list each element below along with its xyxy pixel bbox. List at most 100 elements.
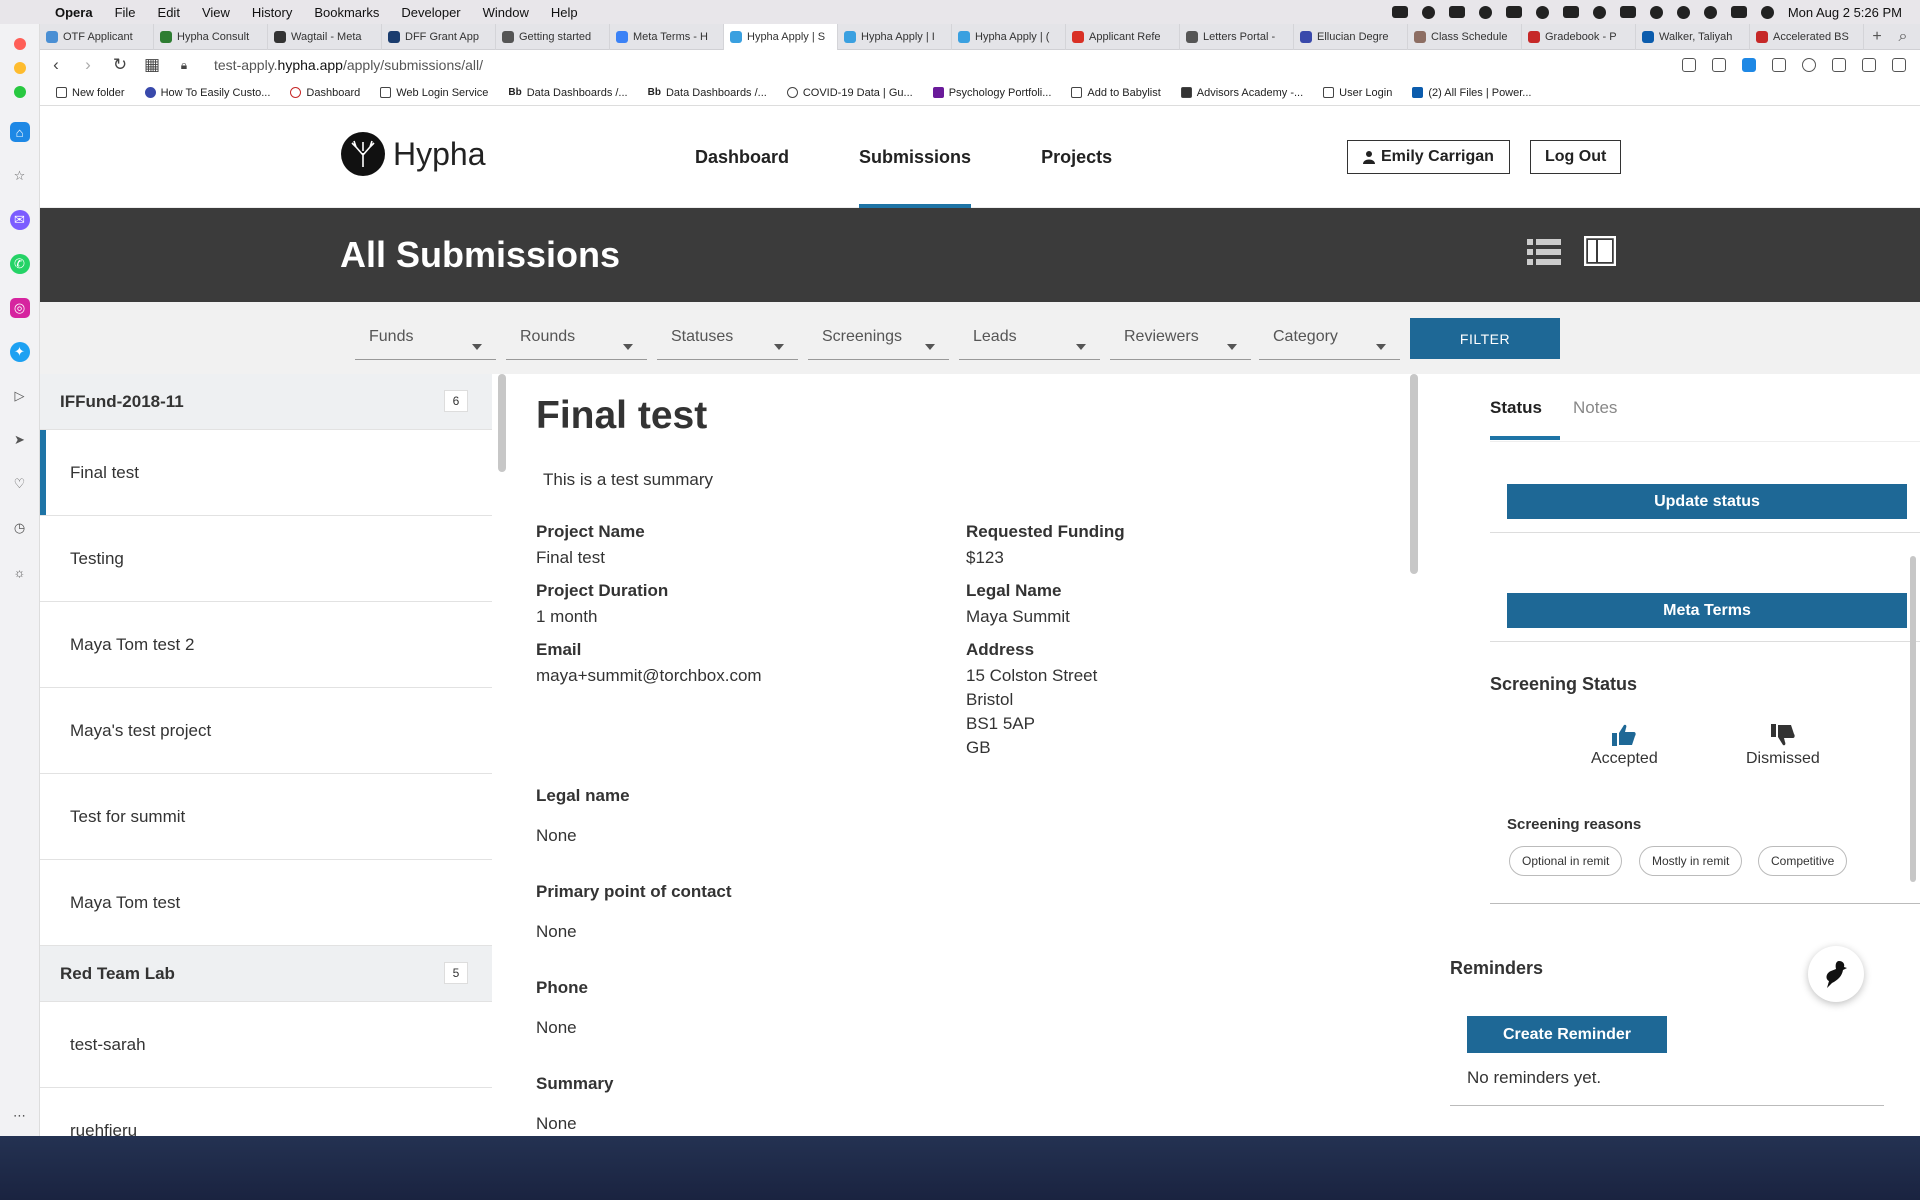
- whatsapp-icon[interactable]: ✆: [9, 254, 30, 274]
- list-item[interactable]: Testing: [40, 516, 492, 602]
- send-icon[interactable]: [1772, 58, 1786, 72]
- browser-tab[interactable]: Ellucian Degre: [1294, 24, 1408, 50]
- tab-status[interactable]: Status: [1490, 398, 1542, 418]
- player-icon[interactable]: ▷: [10, 386, 30, 406]
- camera-icon[interactable]: [1712, 58, 1726, 72]
- grammarly-icon[interactable]: [1478, 5, 1492, 19]
- list-item[interactable]: Maya Tom test 2: [40, 602, 492, 688]
- funds-filter[interactable]: Funds: [355, 318, 496, 360]
- browser-tab[interactable]: OTF Applicant: [40, 24, 154, 50]
- browser-tab[interactable]: Wagtail - Meta: [268, 24, 382, 50]
- menu-developer[interactable]: Developer: [390, 5, 471, 20]
- menu-help[interactable]: Help: [540, 5, 589, 20]
- browser-tab[interactable]: Accelerated BS: [1750, 24, 1864, 50]
- screening-reason-chip[interactable]: Mostly in remit: [1639, 846, 1743, 876]
- bookmark-item[interactable]: Bb Data Dashboards /...: [508, 87, 627, 99]
- volume-icon[interactable]: [1562, 6, 1579, 18]
- screenings-filter[interactable]: Screenings: [808, 318, 949, 360]
- browser-tab[interactable]: Gradebook - P: [1522, 24, 1636, 50]
- bookmark-item[interactable]: Psychology Portfoli...: [932, 87, 1051, 99]
- bookmark-item[interactable]: Dashboard: [290, 87, 360, 99]
- list-view-icon[interactable]: [1527, 238, 1561, 268]
- menu-window[interactable]: Window: [472, 5, 540, 20]
- url-field[interactable]: test-apply.hypha.app/apply/submissions/a…: [214, 57, 483, 73]
- more-icon[interactable]: ⋯: [10, 1106, 30, 1126]
- download-icon[interactable]: [1862, 58, 1876, 72]
- filter-button[interactable]: FILTER: [1410, 318, 1560, 359]
- cloud-icon[interactable]: [1421, 5, 1435, 19]
- detail-view-icon[interactable]: [1584, 236, 1616, 266]
- list-scrollbar[interactable]: [498, 374, 506, 472]
- list-item[interactable]: Test for summit: [40, 774, 492, 860]
- browser-tab[interactable]: Hypha Apply | (: [952, 24, 1066, 50]
- history-icon[interactable]: ◷: [10, 518, 30, 538]
- close-window-button[interactable]: [13, 38, 26, 50]
- tab-notes[interactable]: Notes: [1573, 398, 1617, 418]
- menu-history[interactable]: History: [241, 5, 303, 20]
- category-filter[interactable]: Category: [1259, 318, 1400, 360]
- leads-filter[interactable]: Leads: [959, 318, 1100, 360]
- grid-icon[interactable]: [1505, 6, 1522, 18]
- list-item[interactable]: ruehfieru: [40, 1088, 492, 1136]
- bookmark-item[interactable]: COVID-19 Data | Gu...: [786, 87, 913, 99]
- statuses-filter[interactable]: Statuses: [657, 318, 798, 360]
- heart-icon[interactable]: ♡: [10, 474, 30, 494]
- battery-icon[interactable]: [1619, 6, 1636, 18]
- browser-tab[interactable]: Applicant Refe: [1066, 24, 1180, 50]
- heart-icon[interactable]: [1802, 58, 1816, 72]
- tab-grid-icon[interactable]: ▦: [136, 55, 168, 75]
- menu-view[interactable]: View: [191, 5, 241, 20]
- meta-terms-button[interactable]: Meta Terms: [1507, 593, 1907, 628]
- star-icon[interactable]: ☆: [10, 166, 30, 186]
- screening-reason-chip[interactable]: Optional in remit: [1509, 846, 1623, 876]
- messenger-icon[interactable]: ✉: [9, 210, 30, 230]
- back-icon[interactable]: ‹: [40, 55, 72, 75]
- rounds-filter[interactable]: Rounds: [506, 318, 647, 360]
- bookmark-item[interactable]: Web Login Service: [380, 87, 488, 99]
- create-reminder-button[interactable]: Create Reminder: [1467, 1016, 1667, 1053]
- bookmark-item[interactable]: Add to Babylist: [1071, 87, 1161, 99]
- list-item[interactable]: Maya Tom test: [40, 860, 492, 946]
- forward-icon[interactable]: ›: [72, 55, 104, 75]
- list-item[interactable]: Maya's test project: [40, 688, 492, 774]
- screening-dismissed-button[interactable]: Dismissed: [1746, 724, 1820, 768]
- menu-edit[interactable]: Edit: [147, 5, 191, 20]
- browser-tab[interactable]: Class Schedule: [1408, 24, 1522, 50]
- browser-tab[interactable]: Letters Portal -: [1180, 24, 1294, 50]
- menu-app-name[interactable]: Opera: [44, 5, 104, 20]
- cube-icon[interactable]: [1832, 58, 1846, 72]
- menu-file[interactable]: File: [104, 5, 147, 20]
- browser-tab[interactable]: Hypha Consult: [154, 24, 268, 50]
- list-item[interactable]: test-sarah: [40, 1002, 492, 1088]
- flow-icon[interactable]: ➤: [10, 430, 30, 450]
- screening-reason-chip[interactable]: Competitive: [1758, 846, 1848, 876]
- browser-tab[interactable]: Hypha Apply | I: [838, 24, 952, 50]
- easy-setup-icon[interactable]: [1892, 58, 1906, 72]
- reviewers-filter[interactable]: Reviewers: [1110, 318, 1251, 360]
- minimize-window-button[interactable]: [13, 62, 26, 74]
- new-tab-icon[interactable]: +: [1864, 28, 1890, 46]
- shield-icon[interactable]: [1742, 58, 1756, 72]
- zoom-window-button[interactable]: [13, 86, 26, 98]
- lightbulb-icon[interactable]: ☼: [10, 562, 30, 582]
- wifi-icon[interactable]: [1649, 5, 1663, 19]
- list-item-active[interactable]: Final test: [40, 430, 492, 516]
- instagram-icon[interactable]: ◎: [9, 298, 30, 318]
- user-account-button[interactable]: Emily Carrigan: [1347, 140, 1510, 174]
- spotlight-icon[interactable]: [1703, 5, 1717, 19]
- bookmark-item[interactable]: (2) All Files | Power...: [1412, 87, 1531, 99]
- bluetooth-icon[interactable]: [1592, 5, 1606, 19]
- detail-scrollbar[interactable]: [1410, 374, 1418, 574]
- control-center-icon[interactable]: [1730, 6, 1747, 18]
- home-icon[interactable]: ⌂: [9, 122, 30, 142]
- send-icon[interactable]: [1448, 6, 1465, 18]
- upload-icon[interactable]: [1535, 5, 1549, 19]
- menu-bookmarks[interactable]: Bookmarks: [303, 5, 390, 20]
- reload-icon[interactable]: ↻: [104, 55, 136, 75]
- siri-icon[interactable]: [1760, 5, 1774, 19]
- browser-tab-active[interactable]: Hypha Apply | S: [724, 24, 838, 50]
- user-switch-icon[interactable]: [1676, 5, 1690, 19]
- update-status-button[interactable]: Update status: [1507, 484, 1907, 519]
- dropbox-icon[interactable]: [1391, 6, 1408, 18]
- hypha-logo[interactable]: Hypha: [341, 132, 486, 176]
